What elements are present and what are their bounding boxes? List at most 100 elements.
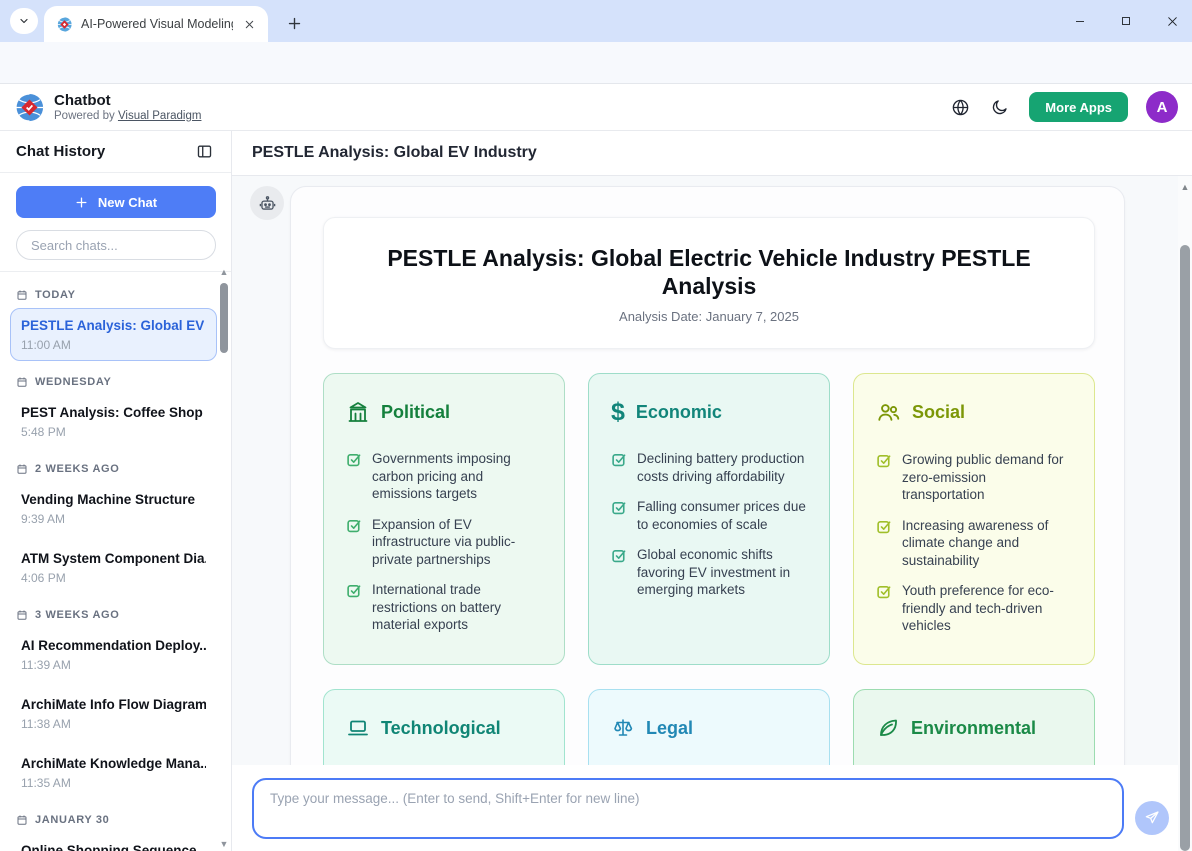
brand: Chatbot Powered by Visual Paradigm — [14, 92, 201, 123]
new-tab-button[interactable] — [282, 11, 306, 35]
scrollbar-thumb[interactable] — [1180, 245, 1190, 851]
pestle-item: Expansion of EV infrastructure via publi… — [346, 516, 542, 569]
app-header: Chatbot Powered by Visual Paradigm More … — [0, 84, 1192, 131]
calendar-icon — [16, 609, 28, 621]
checkbox-checked-icon — [876, 518, 893, 535]
chat-group-header: 3 WEEKS AGO — [10, 600, 217, 628]
calendar-icon — [16, 814, 28, 826]
close-window-button[interactable] — [1158, 7, 1186, 35]
pestle-card-title: Legal — [646, 718, 693, 739]
chat-item[interactable]: ArchiMate Info Flow Diagram 11:38 AM — [10, 687, 217, 740]
checkbox-checked-icon — [611, 547, 628, 564]
language-globe-icon[interactable] — [949, 96, 971, 118]
checkbox-checked-icon — [346, 582, 363, 599]
checkbox-checked-icon — [346, 517, 363, 534]
checkbox-checked-icon — [346, 451, 363, 468]
scales-icon — [611, 716, 635, 740]
pestle-card-title: Environmental — [911, 718, 1036, 739]
calendar-icon — [16, 463, 28, 475]
new-chat-button[interactable]: New Chat — [16, 186, 216, 218]
checkbox-checked-icon — [611, 499, 628, 516]
laptop-icon — [346, 716, 370, 740]
checkbox-checked-icon — [876, 452, 893, 469]
main-pane: PESTLE Analysis: Global EV Industry PEST… — [232, 131, 1192, 851]
page-scrollbar[interactable]: ▲ — [1178, 176, 1192, 851]
pestle-item: Falling consumer prices due to economies… — [611, 498, 807, 533]
pestle-item: International trade restrictions on batt… — [346, 581, 542, 634]
pestle-card-social: Social Growing public demand for zero-em… — [853, 373, 1095, 665]
doc-title: PESTLE Analysis: Global Electric Vehicle… — [344, 244, 1074, 300]
message-input[interactable] — [252, 778, 1124, 839]
scroll-up-icon[interactable]: ▲ — [1180, 182, 1190, 192]
calendar-icon — [16, 289, 28, 301]
pestle-item: Increasing awareness of climate change a… — [876, 517, 1072, 570]
visual-paradigm-link[interactable]: Visual Paradigm — [118, 110, 202, 122]
leaf-icon — [876, 716, 900, 740]
chat-item[interactable]: PESTLE Analysis: Global EV In... 11:00 A… — [10, 308, 217, 361]
minimize-button[interactable] — [1066, 7, 1094, 35]
chat-list: TODAY PESTLE Analysis: Global EV In... 1… — [0, 272, 231, 851]
collapse-sidebar-icon[interactable] — [193, 141, 215, 163]
app-title: Chatbot — [54, 92, 201, 109]
window-controls — [1066, 0, 1186, 42]
scroll-down-icon[interactable]: ▼ — [219, 839, 229, 849]
dark-mode-moon-icon[interactable] — [989, 96, 1011, 118]
pestle-item: Growing public demand for zero-emission … — [876, 451, 1072, 504]
chat-titlebar: PESTLE Analysis: Global EV Industry — [232, 131, 1192, 176]
chat-group-header: WEDNESDAY — [10, 367, 217, 395]
tab-title: AI-Powered Visual Modeling Ch — [81, 17, 233, 31]
calendar-icon — [16, 376, 28, 388]
pestle-item: Youth preference for eco-friendly and te… — [876, 582, 1072, 635]
pestle-card-title: Technological — [381, 718, 501, 739]
chat-item[interactable]: ArchiMate Knowledge Mana... 11:35 AM — [10, 746, 217, 799]
chat-item[interactable]: PEST Analysis: Coffee Shop S... 5:48 PM — [10, 395, 217, 448]
chat-group-header: 2 WEEKS AGO — [10, 454, 217, 482]
user-avatar[interactable]: A — [1146, 91, 1178, 123]
people-icon — [876, 400, 901, 425]
chat-item[interactable]: AI Recommendation Deploy... 11:39 AM — [10, 628, 217, 681]
chat-item[interactable]: ATM System Component Dia... 4:06 PM — [10, 541, 217, 594]
tab-strip: AI-Powered Visual Modeling Ch — [0, 0, 1192, 42]
pestle-card-title: Economic — [636, 402, 722, 423]
pestle-card-title: Political — [381, 402, 450, 423]
pestle-item: Governments imposing carbon pricing and … — [346, 450, 542, 503]
plus-icon — [75, 196, 88, 209]
pestle-card-title: Social — [912, 402, 965, 423]
checkbox-checked-icon — [611, 451, 628, 468]
chat-content: PESTLE Analysis: Global Electric Vehicle… — [232, 176, 1192, 851]
scrollbar-thumb[interactable] — [220, 283, 228, 353]
doc-subtitle: Analysis Date: January 7, 2025 — [344, 309, 1074, 324]
checkbox-checked-icon — [876, 583, 893, 600]
chat-item[interactable]: Online Shopping Sequence 10:46 AM — [10, 833, 217, 851]
tab-search-chevron-icon[interactable] — [10, 8, 38, 34]
browser-toolbar: ai-toolbox.visual-paradigm.com/app/chatb… — [0, 42, 1192, 84]
sidebar-scrollbar[interactable]: ▲ ▼ — [219, 265, 229, 851]
pestle-item: Declining battery production costs drivi… — [611, 450, 807, 485]
chat-item[interactable]: Vending Machine Structure 9:39 AM — [10, 482, 217, 535]
browser-window: AI-Powered Visual Modeling Ch — [0, 0, 1192, 851]
dollar-icon: $ — [611, 400, 625, 424]
visual-paradigm-logo-icon — [14, 92, 45, 123]
powered-by: Powered by Visual Paradigm — [54, 109, 201, 123]
chat-group-header: JANUARY 30 — [10, 805, 217, 833]
chat-history-sidebar: Chat History New Chat TODAY PESTLE Analy… — [0, 131, 232, 851]
pestle-card-political: Political Governments imposing carbon pr… — [323, 373, 565, 665]
send-button[interactable] — [1135, 801, 1169, 835]
doc-title-card: PESTLE Analysis: Global Electric Vehicle… — [323, 217, 1095, 349]
search-input[interactable] — [16, 230, 216, 260]
bot-avatar-icon — [250, 186, 284, 220]
browser-tab[interactable]: AI-Powered Visual Modeling Ch — [44, 6, 268, 42]
chat-group-header: TODAY — [10, 280, 217, 308]
chat-title: PESTLE Analysis: Global EV Industry — [252, 144, 537, 162]
tab-close-icon[interactable] — [240, 15, 258, 33]
pestle-card-economic: $ Economic Declining battery production … — [588, 373, 830, 665]
message-input-bar — [232, 765, 1192, 851]
scroll-up-icon[interactable]: ▲ — [219, 267, 229, 277]
sidebar-title: Chat History — [16, 143, 105, 160]
pestle-item: Global economic shifts favoring EV inves… — [611, 546, 807, 599]
favicon-visual-paradigm-icon — [56, 16, 73, 33]
paper-plane-icon — [1144, 810, 1160, 826]
more-apps-button[interactable]: More Apps — [1029, 92, 1128, 122]
assistant-message-card: PESTLE Analysis: Global Electric Vehicle… — [290, 186, 1125, 851]
maximize-button[interactable] — [1112, 7, 1140, 35]
